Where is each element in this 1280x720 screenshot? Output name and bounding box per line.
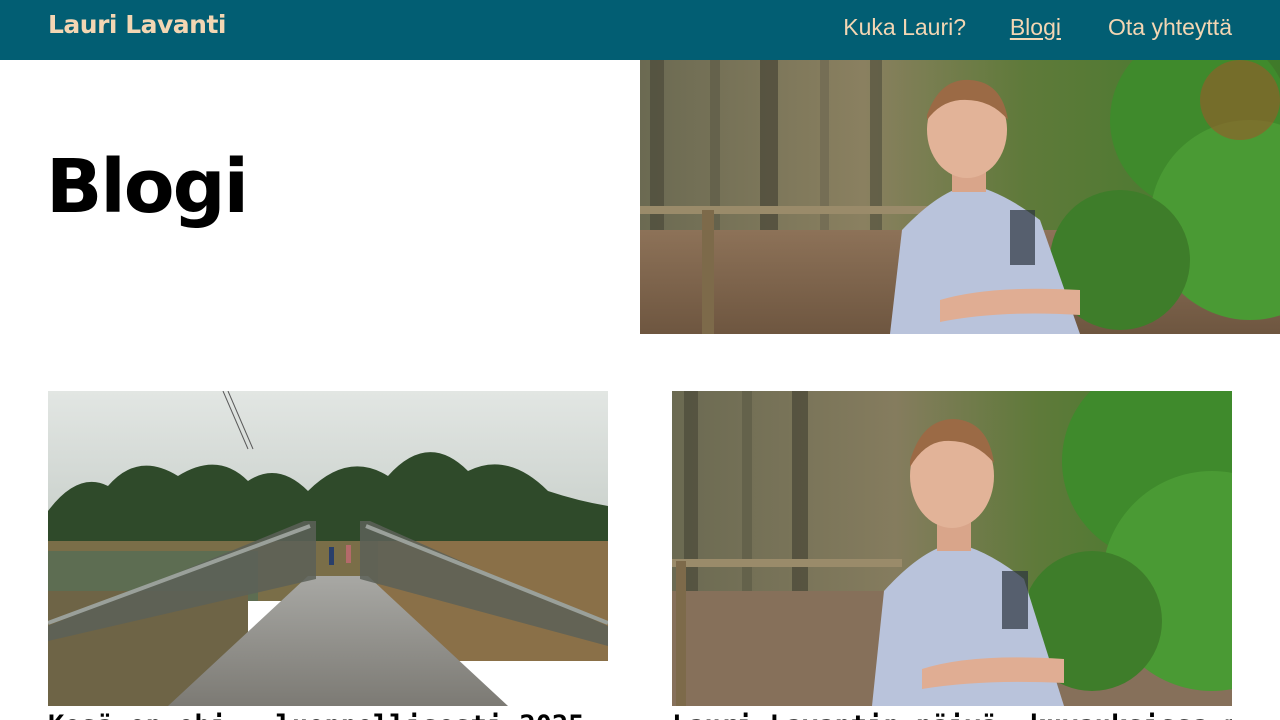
nav-link-contact[interactable]: Ota yhteyttä [1108, 14, 1232, 41]
site-header: Lauri Lavanti Kuka Lauri? Blogi Ota yhte… [0, 0, 1280, 60]
blog-post-card[interactable]: Kesä on ohi – luonnollisesti 2025 [48, 391, 608, 720]
blog-post-card[interactable]: Lauri Lavantin päivä: kuvauksissa mukana [672, 391, 1232, 720]
brand-logo-link[interactable]: Lauri Lavanti [48, 10, 227, 39]
hero-portrait-image [640, 60, 1280, 334]
blog-post-title[interactable]: Lauri Lavantin päivä: kuvauksissa mukana [672, 710, 1232, 720]
boardwalk-bridge-image[interactable] [48, 391, 608, 706]
portrait-image[interactable] [672, 391, 1232, 706]
nav-link-about[interactable]: Kuka Lauri? [843, 14, 966, 41]
nav-link-blog[interactable]: Blogi [1010, 14, 1061, 41]
page-title: Blogi [46, 144, 249, 230]
blog-post-title[interactable]: Kesä on ohi – luonnollisesti 2025 [48, 710, 608, 720]
